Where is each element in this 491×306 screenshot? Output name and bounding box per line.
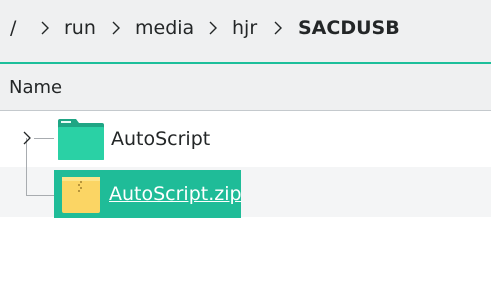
- breadcrumb-item-media[interactable]: media: [135, 16, 194, 40]
- list-item-label[interactable]: AutoScript: [111, 127, 210, 151]
- breadcrumb-item-run[interactable]: run: [64, 16, 96, 40]
- tree-line: [26, 138, 27, 195]
- folder-icon[interactable]: [57, 117, 105, 161]
- column-header: Name: [0, 64, 491, 111]
- breadcrumb-item-hjr[interactable]: hjr: [232, 16, 257, 40]
- breadcrumb: / run media hjr SACDUSB: [0, 0, 491, 62]
- chevron-right-icon: [108, 20, 124, 36]
- file-manager-view: / run media hjr SACDUSB Name AutoScript …: [0, 0, 491, 306]
- breadcrumb-current[interactable]: SACDUSB: [298, 16, 400, 40]
- breadcrumb-root[interactable]: /: [10, 16, 16, 40]
- chevron-right-icon: [205, 20, 221, 36]
- tree-line: [26, 195, 54, 196]
- tree-line: [34, 138, 54, 139]
- name-column-header[interactable]: Name: [9, 77, 62, 99]
- chevron-right-icon: [37, 20, 53, 36]
- list-item-label[interactable]: AutoScript.zip: [109, 182, 242, 206]
- expand-chevron-icon[interactable]: [19, 130, 35, 146]
- zip-archive-icon[interactable]: [61, 175, 101, 215]
- chevron-right-icon: [270, 20, 286, 36]
